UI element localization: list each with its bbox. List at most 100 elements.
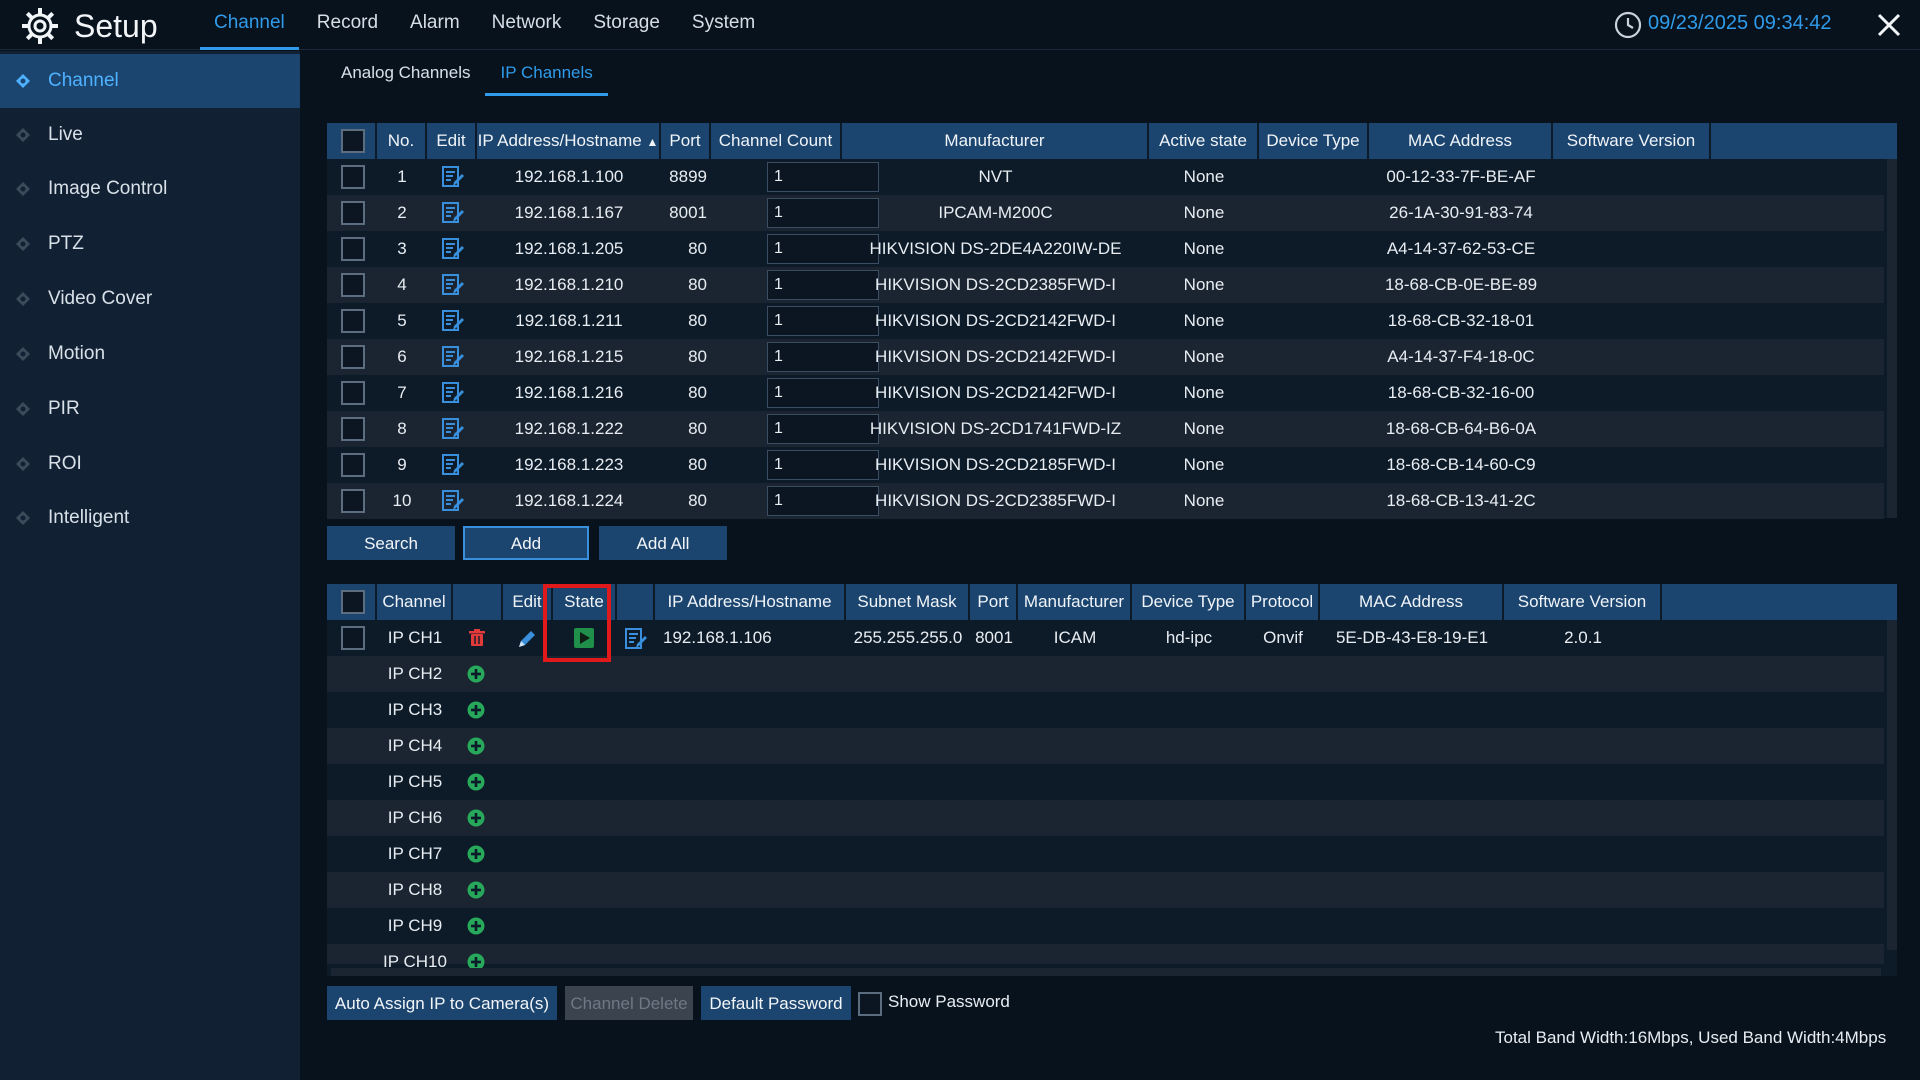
menu-system[interactable]: System	[678, 0, 769, 50]
select-all-checkbox[interactable]	[341, 129, 365, 153]
table-row[interactable]: IP CH5	[327, 764, 1884, 800]
active-state: None	[1183, 311, 1225, 330]
row-checkbox[interactable]	[341, 381, 365, 405]
manufacturer: HIKVISION DS-2CD2385FWD-I	[875, 275, 1116, 294]
table-row[interactable]: IP CH4	[327, 728, 1884, 764]
port: 80	[688, 455, 707, 474]
column-header: Port	[970, 584, 1018, 620]
add-circle-icon[interactable]	[467, 701, 485, 719]
table-row[interactable]: IP CH2	[327, 656, 1884, 692]
table-row[interactable]: IP CH8	[327, 872, 1884, 908]
table-row[interactable]: 2 192.168.1.167 8001 1 IPCAM-M200C None 26-1A-…	[327, 195, 1884, 231]
sidebar-item-roi[interactable]: ROI	[0, 437, 300, 491]
sidebar-item-intelligent[interactable]: Intelligent	[0, 491, 300, 545]
search-button[interactable]: Search	[327, 526, 455, 560]
table-header: Channel Edit State IP Address/Hostname S…	[327, 584, 1897, 620]
add-button[interactable]: Add	[463, 526, 589, 560]
row-checkbox[interactable]	[341, 201, 365, 225]
trash-icon[interactable]	[467, 628, 487, 648]
edit-document-icon[interactable]	[441, 309, 465, 333]
table-row[interactable]: 3 192.168.1.205 80 1 HIKVISION DS-2DE4A220IW…	[327, 231, 1884, 267]
sidebar-item-live[interactable]: Live	[0, 108, 300, 162]
header-select-all-cell	[327, 584, 377, 620]
port: 80	[688, 491, 707, 510]
select-all-checkbox[interactable]	[341, 590, 365, 614]
tab-ip-channels[interactable]: IP Channels	[485, 56, 608, 96]
table-row[interactable]: 6 192.168.1.215 80 1 HIKVISION DS-2CD2142FWD…	[327, 339, 1884, 375]
tab-analog-channels[interactable]: Analog Channels	[326, 56, 485, 96]
column-header-ip[interactable]: IP Address/Hostname ▲	[477, 123, 661, 159]
table-row[interactable]: 4 192.168.1.210 80 1 HIKVISION DS-2CD2385FWD…	[327, 267, 1884, 303]
top-bar: Setup Channel Record Alarm Network Stora…	[0, 0, 1920, 50]
edit-document-icon[interactable]	[441, 453, 465, 477]
row-checkbox[interactable]	[341, 489, 365, 513]
edit-document-icon[interactable]	[441, 201, 465, 225]
row-checkbox[interactable]	[341, 626, 365, 650]
edit-document-icon[interactable]	[441, 237, 465, 261]
table-row[interactable]: 8 192.168.1.222 80 1 HIKVISION DS-2CD1741FWD…	[327, 411, 1884, 447]
channel-name: IP CH6	[387, 808, 443, 827]
add-circle-icon[interactable]	[467, 737, 485, 755]
sidebar-item-video-cover[interactable]: Video Cover	[0, 272, 300, 326]
horizontal-scrollbar[interactable]	[331, 968, 1881, 976]
sidebar-item-ptz[interactable]: PTZ	[0, 217, 300, 271]
edit-document-icon[interactable]	[441, 165, 465, 189]
menu-record[interactable]: Record	[303, 0, 392, 50]
add-circle-icon[interactable]	[467, 845, 485, 863]
add-circle-icon[interactable]	[467, 917, 485, 935]
table-row-ip-ch1[interactable]: IP CH1 192.168.1.106 255.255.255.0 8001 …	[327, 620, 1884, 656]
edit-document-icon[interactable]	[441, 273, 465, 297]
table-row[interactable]: IP CH6	[327, 800, 1884, 836]
show-password-label: Show Password	[888, 992, 1010, 1011]
menu-channel[interactable]: Channel	[200, 0, 299, 50]
sidebar-item-image-control[interactable]: Image Control	[0, 162, 300, 216]
menu-network[interactable]: Network	[478, 0, 576, 50]
column-header-spacer	[617, 584, 655, 620]
add-circle-icon[interactable]	[467, 881, 485, 899]
sidebar-item-channel[interactable]: Channel	[0, 54, 300, 108]
add-circle-icon[interactable]	[467, 665, 485, 683]
default-password-button[interactable]: Default Password	[701, 986, 851, 1020]
row-checkbox[interactable]	[341, 417, 365, 441]
table-row[interactable]: IP CH10	[327, 944, 1884, 971]
edit-document-icon[interactable]	[441, 381, 465, 405]
close-icon[interactable]	[1874, 10, 1904, 40]
table-row[interactable]: IP CH7	[327, 836, 1884, 872]
add-circle-icon[interactable]	[467, 809, 485, 827]
row-checkbox[interactable]	[341, 237, 365, 261]
auto-assign-ip-button[interactable]: Auto Assign IP to Camera(s)	[327, 986, 557, 1020]
pencil-icon[interactable]	[516, 628, 538, 650]
edit-document-icon[interactable]	[441, 345, 465, 369]
table-row[interactable]: 10 192.168.1.224 80 1 HIKVISION DS-2CD2385FW…	[327, 483, 1884, 519]
table-row[interactable]: 5 192.168.1.211 80 1 HIKVISION DS-2CD2142FWD…	[327, 303, 1884, 339]
edit-document-icon[interactable]	[441, 417, 465, 441]
manufacturer: HIKVISION DS-2CD2142FWD-I	[875, 383, 1116, 402]
add-circle-icon[interactable]	[467, 773, 485, 791]
sidebar-item-pir[interactable]: PIR	[0, 382, 300, 436]
row-checkbox[interactable]	[341, 345, 365, 369]
table-row[interactable]: IP CH3	[327, 692, 1884, 728]
add-all-button[interactable]: Add All	[599, 526, 727, 560]
sub-tabs: Analog Channels IP Channels	[326, 56, 608, 96]
port: 80	[688, 239, 707, 258]
table-row[interactable]: 1 192.168.1.100 8899 1 NVT None 00-12-33-7F-BE…	[327, 159, 1884, 195]
column-header: No.	[377, 123, 427, 159]
edit-document-icon[interactable]	[624, 627, 648, 651]
sidebar-item-motion[interactable]: Motion	[0, 327, 300, 381]
table-row[interactable]: 9 192.168.1.223 80 1 HIKVISION DS-2CD2185FWD…	[327, 447, 1884, 483]
menu-alarm[interactable]: Alarm	[396, 0, 474, 50]
vertical-scrollbar[interactable]	[1887, 620, 1897, 950]
menu-storage[interactable]: Storage	[579, 0, 674, 50]
vertical-scrollbar[interactable]	[1887, 159, 1897, 518]
play-icon[interactable]	[573, 627, 595, 649]
row-checkbox[interactable]	[341, 309, 365, 333]
row-checkbox[interactable]	[341, 273, 365, 297]
edit-document-icon[interactable]	[441, 489, 465, 513]
port: 8001	[975, 628, 1013, 647]
row-checkbox[interactable]	[341, 453, 365, 477]
row-checkbox[interactable]	[341, 165, 365, 189]
active-state: None	[1183, 491, 1225, 510]
show-password-checkbox[interactable]	[858, 992, 882, 1016]
table-row[interactable]: IP CH9	[327, 908, 1884, 944]
table-row[interactable]: 7 192.168.1.216 80 1 HIKVISION DS-2CD2142FWD…	[327, 375, 1884, 411]
